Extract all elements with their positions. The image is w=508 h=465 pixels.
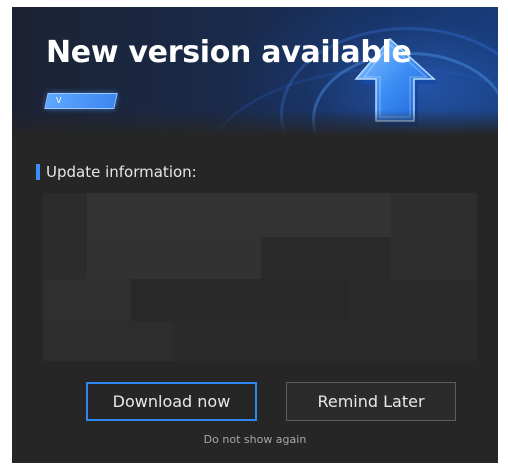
download-now-button[interactable]: Download now [86,382,257,421]
remind-later-button[interactable]: Remind Later [286,382,456,421]
update-info-label: Update information: [46,163,197,181]
dialog-title: New version available [46,35,412,70]
blurred-content-block [131,279,349,321]
blurred-content-block [261,237,391,279]
header-banner: New version available V [12,7,498,134]
blurred-content-block [43,279,131,321]
update-info-heading: Update information: [36,163,197,181]
update-dialog: New version available V Update informati… [12,7,498,463]
version-badge: V [44,93,118,109]
blurred-content-block [87,193,391,237]
blurred-content-block [349,279,477,321]
blurred-content-block [87,237,261,279]
heading-marker [36,164,40,180]
blurred-content-block [43,321,173,361]
banner-fade [12,110,498,134]
do-not-show-again-link[interactable]: Do not show again [12,433,498,446]
blurred-content-block [173,321,477,361]
blurred-content-block [391,193,477,279]
update-info-content-blurred [43,193,477,361]
version-badge-label: V [56,96,62,105]
